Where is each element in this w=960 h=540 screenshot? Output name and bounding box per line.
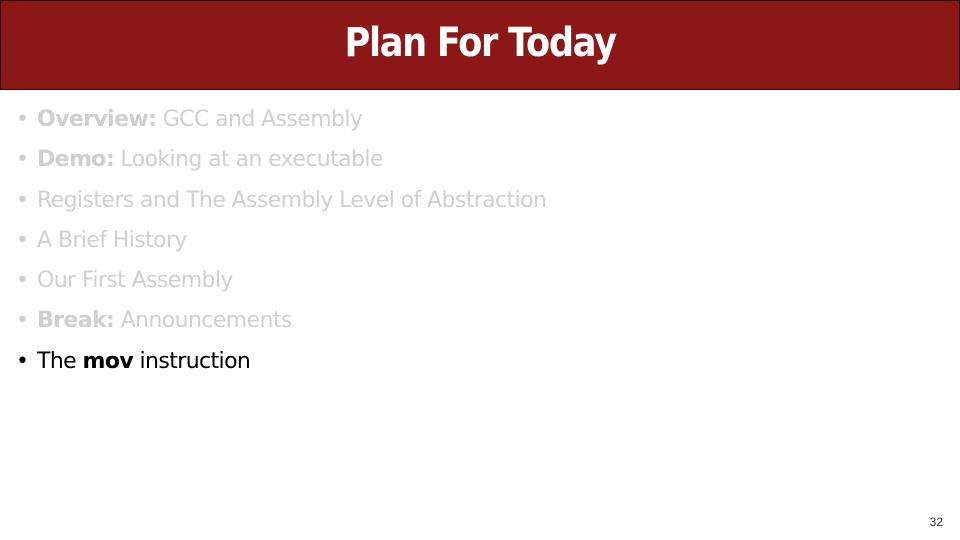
agenda-item-demo: • Demo: Looking at an executable [16,140,546,180]
agenda-item-history: • A Brief History [16,221,546,261]
item-text: GCC and Assembly [156,107,363,132]
bullet-icon: • [16,107,29,132]
agenda-list: • Overview: GCC and Assembly • Demo: Looki… [16,100,547,382]
item-label: Demo: [37,147,115,173]
item-keyword: mov [82,348,134,374]
bullet-icon: • [16,227,29,253]
agenda-item-overview: • Overview: GCC and Assembly [16,100,546,140]
agenda-item-first-assembly: • Our First Assembly [16,261,546,301]
bullet-icon: • [16,308,29,334]
agenda-item-registers: • Registers and The Assembly Level of Abs… [16,181,547,221]
item-prefix: The [37,348,83,374]
page-number: 32 [929,515,943,529]
agenda-item-break: • Break: Announcements [16,301,546,341]
bullet-icon: • [16,268,29,294]
bullet-icon: • [16,348,29,374]
item-text: instruction [133,348,251,374]
slide-title: Plan For Today [344,20,617,66]
item-text: Our First Assembly [37,268,233,294]
item-label: Overview: [37,107,157,132]
item-text: A Brief History [37,227,187,253]
agenda-item-mov: • The mov instruction [16,342,546,382]
item-text: Announcements [114,308,293,334]
item-label: Break: [37,308,115,334]
item-text: Looking at an executable [114,147,383,173]
item-text: Registers and The Assembly Level of Abst… [37,187,547,213]
title-bar: Plan For Today [0,0,960,90]
bullet-icon: • [16,147,29,173]
bullet-icon: • [16,187,29,213]
